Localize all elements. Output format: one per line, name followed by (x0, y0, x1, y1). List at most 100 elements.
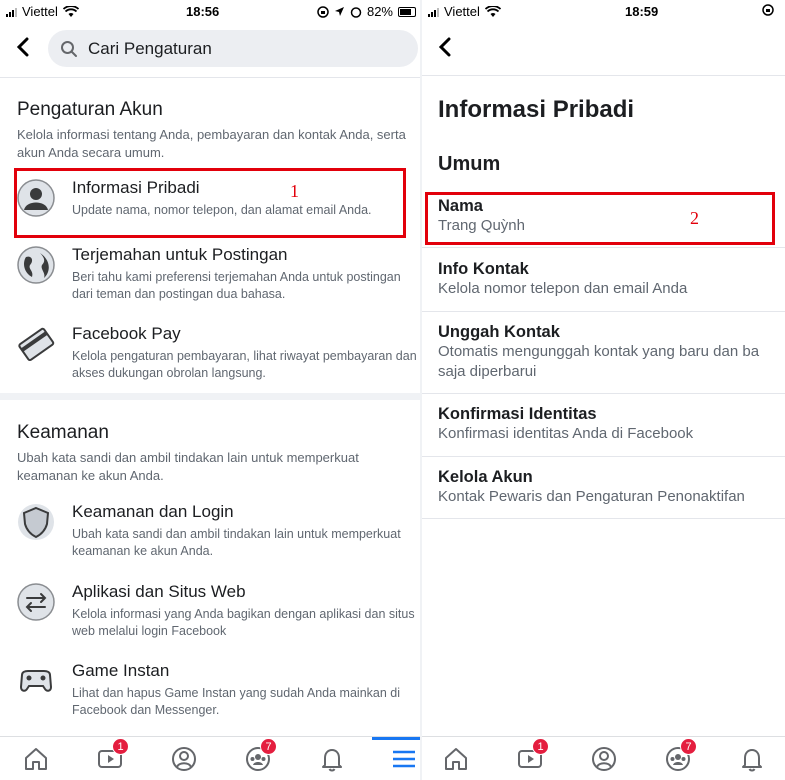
info-item-manage-account[interactable]: Kelola Akun Kontak Pewaris dan Pengatura… (438, 467, 785, 507)
back-button[interactable] (16, 37, 30, 61)
bottom-tab-bar: 1 7 (0, 736, 420, 780)
settings-item-security-login[interactable]: Keamanan dan Login Ubah kata sandi dan a… (14, 502, 420, 562)
item-desc: Otomatis mengunggah kontak yang baru dan… (438, 343, 760, 380)
status-bar: Viettel 18:59 (422, 0, 785, 24)
settings-item-apps-websites[interactable]: Aplikasi dan Situs Web Kelola informasi … (14, 582, 420, 642)
item-desc: Kelola pengaturan pembayaran, lihat riwa… (72, 349, 417, 380)
section-title: Umum (438, 153, 501, 175)
page-title: Informasi Pribadi (438, 96, 635, 123)
settings-item-facebook-pay[interactable]: Facebook Pay Kelola pengaturan pembayara… (14, 324, 420, 384)
home-icon (445, 748, 467, 770)
annotation-label-2: 2 (690, 208, 699, 228)
section-separator (0, 393, 420, 400)
credit-card-icon (18, 327, 55, 362)
globe-icon (17, 246, 55, 284)
gamepad-icon (19, 670, 53, 692)
active-tab-indicator (372, 737, 420, 740)
menu-icon (393, 750, 415, 768)
item-title: Keamanan dan Login (72, 502, 234, 521)
item-desc: Beri tahu kami preferensi terjemahan And… (72, 270, 401, 301)
battery-icon (398, 6, 416, 17)
item-desc: Kelola nomor telepon dan email Anda (438, 280, 688, 297)
annotation-box-2 (425, 192, 775, 245)
divider (422, 518, 785, 519)
security-section-desc: Ubah kata sandi dan ambil tindakan lain … (17, 450, 359, 483)
annotation-label-1: 1 (290, 181, 299, 201)
profile-icon (172, 747, 196, 771)
status-bar: Viettel 18:56 82% (0, 0, 420, 24)
tab-profile[interactable] (170, 745, 200, 775)
tab-notifications[interactable] (738, 745, 768, 775)
alarm-icon (350, 6, 362, 18)
tab-groups[interactable]: 7 (664, 738, 697, 775)
account-section-desc: Kelola informasi tentang Anda, pembayara… (17, 127, 406, 160)
divider (422, 75, 785, 76)
divider (422, 247, 785, 248)
search-placeholder: Cari Pengaturan (88, 38, 212, 58)
swap-arrows-icon (17, 583, 55, 621)
signal-icon (428, 7, 439, 17)
item-title: Kelola Akun (438, 468, 533, 486)
watch-badge: 1 (532, 738, 549, 755)
info-item-contact[interactable]: Info Kontak Kelola nomor telepon dan ema… (438, 259, 785, 299)
bell-icon (742, 749, 762, 772)
home-icon (25, 748, 47, 770)
divider (0, 77, 420, 78)
tab-menu[interactable] (390, 745, 420, 775)
shield-icon (18, 504, 54, 540)
groups-badge: 7 (680, 738, 697, 755)
wifi-icon (62, 5, 79, 17)
item-title: Info Kontak (438, 260, 529, 278)
wifi-icon (484, 5, 501, 17)
bell-icon (322, 749, 342, 772)
info-item-upload-contacts[interactable]: Unggah Kontak Otomatis mengunggah kontak… (438, 322, 785, 382)
chevron-left-icon (438, 37, 451, 57)
settings-item-translation[interactable]: Terjemahan untuk Postingan Beri tahu kam… (14, 245, 420, 305)
item-desc: Kontak Pewaris dan Pengaturan Penonaktif… (438, 488, 745, 505)
divider (422, 393, 785, 394)
item-title: Game Instan (72, 661, 170, 680)
item-desc: Konfirmasi identitas Anda di Facebook (438, 425, 694, 442)
account-section-title: Pengaturan Akun (17, 99, 163, 120)
divider (422, 456, 785, 457)
divider (422, 311, 785, 312)
item-title: Facebook Pay (72, 324, 181, 343)
item-title: Konfirmasi Identitas (438, 405, 597, 423)
groups-badge: 7 (260, 738, 277, 755)
settings-item-instant-games[interactable]: Game Instan Lihat dan hapus Game Instan … (14, 661, 420, 721)
search-input[interactable]: Cari Pengaturan (48, 30, 418, 67)
item-title: Unggah Kontak (438, 323, 560, 341)
tab-notifications[interactable] (318, 745, 348, 775)
item-desc: Lihat dan hapus Game Instan yang sudah A… (72, 686, 401, 717)
profile-icon (592, 747, 616, 771)
search-icon (61, 40, 77, 57)
tab-watch[interactable]: 1 (96, 738, 129, 775)
item-title: Aplikasi dan Situs Web (72, 582, 246, 601)
annotation-box-1 (14, 168, 406, 238)
item-desc: Kelola informasi yang Anda bagikan denga… (72, 607, 415, 638)
bottom-tab-bar: 1 7 (422, 736, 785, 780)
info-item-identity[interactable]: Konfirmasi Identitas Konfirmasi identita… (438, 404, 785, 444)
tab-home[interactable] (22, 745, 52, 775)
security-section-title: Keamanan (17, 422, 109, 443)
personal-info-screen: Viettel 18:59 Informasi Pribadi Umum Nam… (422, 0, 785, 780)
clock: 18:59 (625, 4, 659, 19)
location-icon (334, 7, 344, 16)
tab-profile[interactable] (590, 745, 620, 775)
carrier-label: Viettel (22, 4, 58, 19)
back-button[interactable] (438, 37, 452, 61)
carrier-label: Viettel (444, 4, 480, 19)
orientation-lock-icon (762, 4, 774, 16)
tab-watch[interactable]: 1 (516, 738, 549, 775)
tab-groups[interactable]: 7 (244, 738, 277, 775)
clock: 18:56 (186, 4, 220, 19)
watch-badge: 1 (112, 738, 129, 755)
orientation-lock-icon (317, 5, 329, 18)
item-desc: Ubah kata sandi dan ambil tindakan lain … (72, 527, 401, 558)
settings-screen: Viettel 18:56 82% Cari Pengaturan Pengat… (0, 0, 420, 780)
tab-home[interactable] (442, 745, 472, 775)
chevron-left-icon (16, 37, 29, 57)
signal-icon (6, 7, 17, 17)
battery-percent: 82% (366, 4, 393, 19)
item-title: Terjemahan untuk Postingan (72, 245, 288, 264)
